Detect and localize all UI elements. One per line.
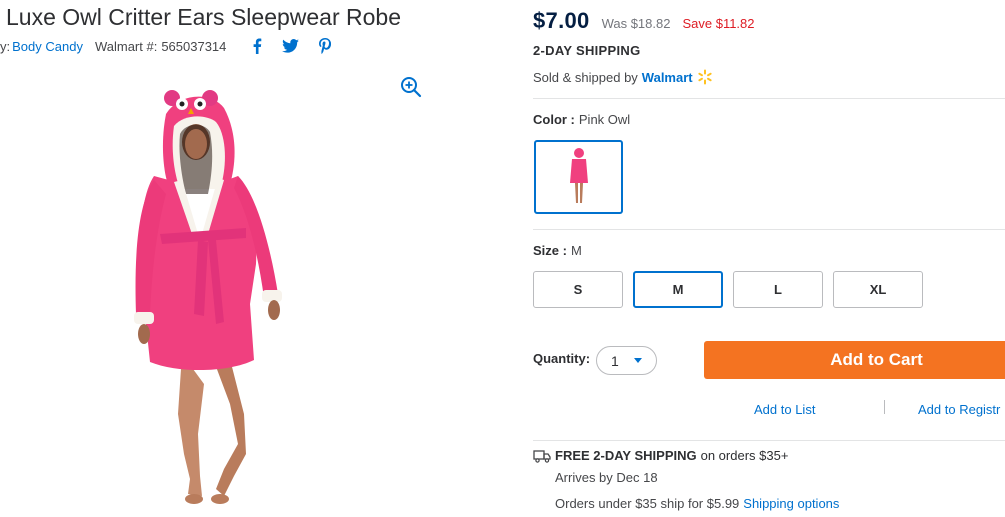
two-day-shipping-badge: 2-DAY SHIPPING bbox=[533, 43, 641, 58]
shipping-options-link[interactable]: Shipping options bbox=[743, 496, 839, 511]
product-image[interactable] bbox=[120, 84, 300, 514]
size-label-text: Size : bbox=[533, 243, 567, 258]
color-label: Color : Pink Owl bbox=[533, 112, 630, 127]
add-to-registry-link[interactable]: Add to Registr bbox=[918, 402, 1000, 417]
free-shipping-threshold: on orders $35+ bbox=[700, 448, 789, 463]
product-title: Luxe Owl Critter Ears Sleepwear Robe bbox=[6, 4, 401, 30]
orders-under-text: Orders under $35 ship for $5.99 bbox=[555, 496, 740, 511]
color-swatch-pink-owl[interactable] bbox=[534, 140, 623, 214]
size-label: Size :M bbox=[533, 243, 582, 258]
twitter-icon[interactable] bbox=[282, 39, 300, 53]
shipping-fee-note: Orders under $35 ship for $5.99 Shipping … bbox=[555, 496, 839, 511]
size-value: M bbox=[570, 243, 582, 258]
color-value: Pink Owl bbox=[578, 112, 631, 127]
facebook-icon[interactable] bbox=[252, 38, 262, 54]
by-label: y: bbox=[0, 38, 11, 54]
arrival-date: Arrives by Dec 18 bbox=[555, 470, 658, 485]
chevron-down-icon bbox=[634, 358, 642, 363]
quantity-label: Quantity: bbox=[533, 351, 591, 366]
walmart-number-label: Walmart #: bbox=[94, 38, 158, 54]
size-option-xl[interactable]: XL bbox=[833, 271, 923, 308]
size-option-m[interactable]: M bbox=[633, 271, 723, 308]
price-row: $7.00 Was $18.82 Save $11.82 bbox=[533, 8, 755, 34]
walmart-number: 565037314 bbox=[161, 38, 227, 54]
size-options: S M L XL bbox=[533, 271, 923, 308]
size-option-l[interactable]: L bbox=[733, 271, 823, 308]
current-price: $7.00 bbox=[533, 8, 590, 33]
truck-icon bbox=[533, 449, 551, 463]
divider bbox=[533, 229, 1005, 230]
quantity-value: 1 bbox=[611, 352, 619, 369]
divider bbox=[884, 400, 885, 414]
divider bbox=[533, 440, 1005, 441]
walmart-spark-icon bbox=[697, 69, 712, 85]
seller-link[interactable]: Walmart bbox=[642, 70, 693, 85]
swatch-robe-thumbnail bbox=[569, 148, 588, 203]
size-option-s[interactable]: S bbox=[533, 271, 623, 308]
social-share bbox=[252, 38, 332, 54]
zoom-icon[interactable] bbox=[400, 76, 422, 98]
product-byline: y: Body Candy Walmart #: 565037314 bbox=[0, 38, 332, 54]
quantity-select[interactable]: 1 bbox=[596, 346, 657, 375]
free-shipping-title: FREE 2-DAY SHIPPING bbox=[555, 448, 697, 463]
sold-by-label: Sold & shipped by bbox=[533, 69, 638, 85]
was-price: Was $18.82 bbox=[601, 16, 671, 31]
add-to-list-link[interactable]: Add to List bbox=[754, 402, 815, 417]
brand-link[interactable]: Body Candy bbox=[12, 39, 83, 54]
add-to-cart-button[interactable]: Add to Cart bbox=[704, 341, 1005, 379]
savings: Save $11.82 bbox=[682, 16, 755, 31]
free-shipping-info: FREE 2-DAY SHIPPING on orders $35+ bbox=[533, 448, 788, 463]
pinterest-icon[interactable] bbox=[319, 38, 332, 54]
divider bbox=[533, 98, 1005, 99]
sold-shipped-by: Sold & shipped by Walmart bbox=[533, 69, 713, 85]
color-label-text: Color : bbox=[533, 112, 575, 127]
